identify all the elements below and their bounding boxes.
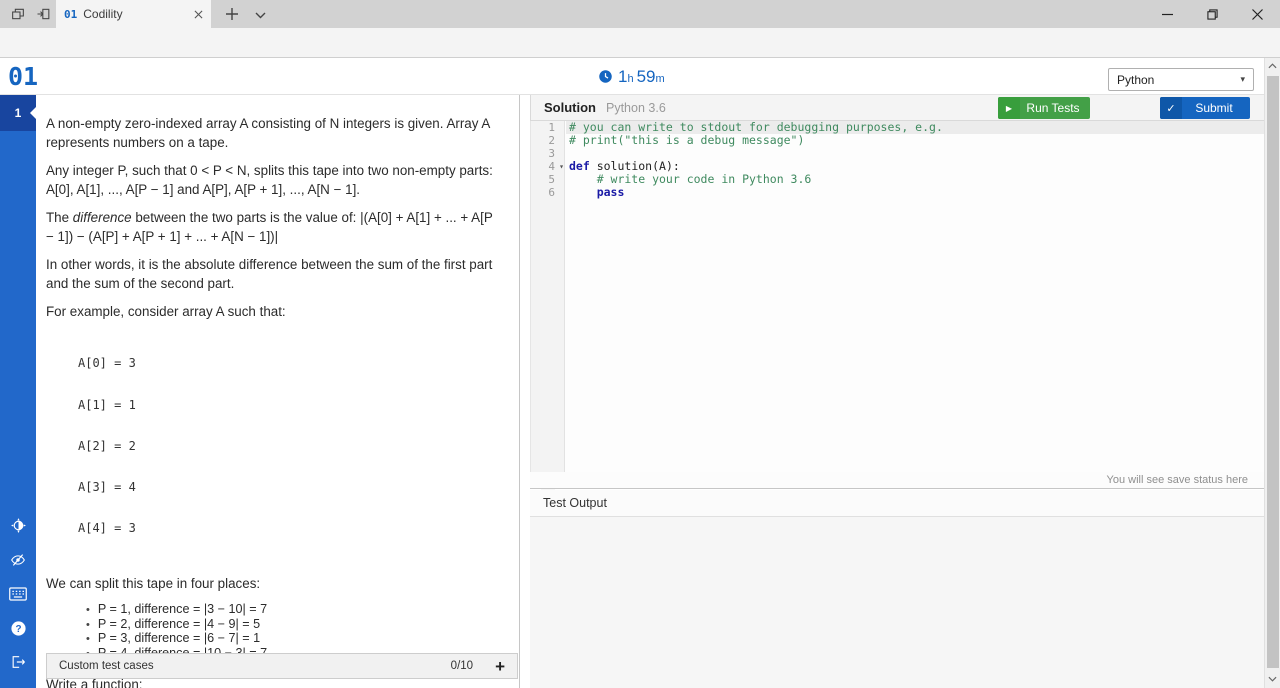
editor-language-label: Python 3.6	[606, 100, 666, 115]
codility-favicon: 01	[64, 7, 78, 21]
browser-window: 01 Codility 01 1 h 59 m Python ▾ 1 ? A n…	[0, 0, 1280, 688]
page-scroll-up-icon[interactable]	[1265, 63, 1280, 69]
task-description-panel: A non-empty zero-indexed array A consist…	[36, 95, 520, 688]
line-number: 3	[548, 147, 555, 160]
new-tab-button[interactable]	[222, 5, 242, 23]
time-remaining: 1 h 59 m	[598, 67, 668, 87]
tab-close-icon[interactable]	[194, 10, 203, 19]
select-caret-icon: ▾	[1240, 74, 1245, 84]
add-test-case-icon[interactable]: +	[495, 658, 505, 675]
clock-icon	[599, 70, 612, 83]
code-fold-icon[interactable]: ▾	[559, 160, 564, 173]
task-paragraph: Any integer P, such that 0 < P < N, spli…	[46, 163, 493, 197]
page-scrollbar-thumb[interactable]	[1267, 76, 1279, 668]
tab-title: Codility	[83, 7, 123, 21]
window-controls	[1145, 0, 1280, 28]
list-item: P = 3, difference = |6 − 7| = 1	[86, 632, 504, 647]
svg-text:?: ?	[15, 624, 21, 635]
pin-tab-icon[interactable]	[33, 5, 53, 23]
help-icon[interactable]: ?	[9, 619, 27, 637]
timer-hours: 1	[618, 67, 628, 86]
code-line-6[interactable]: pass	[566, 186, 1264, 199]
language-selected: Python	[1117, 72, 1155, 87]
tab-preview-icon[interactable]	[8, 5, 28, 23]
example-array-block: A[0] = 3 A[1] = 1 A[2] = 2 A[3] = 4 A[4]…	[78, 356, 136, 535]
task-paragraph: A non-empty zero-indexed array A consist…	[46, 116, 490, 150]
test-output-title: Test Output	[543, 496, 607, 510]
theme-contrast-icon[interactable]	[9, 516, 27, 534]
test-output-area	[530, 517, 1264, 688]
save-status-strip: You will see save status here	[530, 472, 1264, 489]
page-scroll-down-icon[interactable]	[1265, 676, 1280, 682]
play-icon: ▶	[998, 97, 1020, 119]
keyboard-shortcuts-icon[interactable]	[9, 585, 27, 603]
tab-list-chevron-icon[interactable]	[250, 6, 270, 24]
task-paragraph: We can split this tape in four places:	[46, 575, 261, 591]
run-tests-button[interactable]: ▶ Run Tests	[998, 97, 1090, 119]
custom-test-cases-bar[interactable]: Custom test cases 0/10 +	[46, 653, 518, 679]
solution-title: Solution	[544, 100, 596, 115]
line-number: 5	[548, 173, 555, 186]
code-line-2[interactable]: # print("this is a debug message")	[566, 134, 1264, 147]
exit-logout-icon[interactable]	[9, 653, 27, 671]
code-line-5[interactable]: # write your code in Python 3.6	[566, 173, 1264, 186]
editor-gutter: 1 2 3 4 ▾ 5 6	[531, 121, 565, 472]
restore-button[interactable]	[1190, 0, 1235, 28]
hide-task-eye-icon[interactable]	[9, 551, 27, 569]
timer-minutes: 59	[636, 67, 656, 86]
line-number: 4 ▾	[548, 160, 564, 173]
line-number: 1	[548, 121, 555, 134]
code-lines[interactable]: # you can write to stdout for debugging …	[566, 121, 1264, 199]
code-editor[interactable]: 1 2 3 4 ▾ 5 6 # you can write to stdout f…	[530, 121, 1264, 472]
browser-tab-codility[interactable]: 01 Codility	[56, 0, 211, 28]
task-paragraph: The difference between the two parts is …	[46, 210, 493, 244]
save-status-text: You will see save status here	[1106, 474, 1248, 486]
list-item: P = 2, difference = |4 − 9| = 5	[86, 617, 504, 633]
close-button[interactable]	[1235, 0, 1280, 28]
task-description-text: A non-empty zero-indexed array A consist…	[46, 114, 504, 688]
task-number: 1	[14, 106, 22, 120]
submit-button[interactable]: ✓ Submit	[1160, 97, 1250, 119]
task-paragraph: For example, consider array A such that:	[46, 304, 286, 319]
browser-toolbar: https://app.codility.com/c/run/trainingY…	[0, 28, 1280, 83]
custom-test-cases-label: Custom test cases	[59, 660, 154, 672]
test-output-header: Test Output	[530, 490, 1264, 517]
check-icon: ✓	[1160, 97, 1182, 119]
line-number: 2	[548, 134, 555, 147]
page-scrollbar[interactable]	[1264, 58, 1280, 688]
custom-test-cases-count: 0/10	[450, 660, 474, 672]
task-tab-1[interactable]: 1	[0, 95, 36, 131]
codility-logo: 01	[8, 62, 39, 91]
browser-titlebar: 01 Codility	[0, 0, 1280, 28]
editor-header: Solution Python 3.6 ▶ Run Tests ✓ Submit	[530, 95, 1264, 121]
line-number: 6	[548, 186, 555, 199]
codility-header: 01 1 h 59 m Python ▾	[0, 58, 1280, 95]
minimize-button[interactable]	[1145, 0, 1190, 28]
task-paragraph: In other words, it is the absolute diffe…	[46, 257, 493, 291]
list-item: P = 1, difference = |3 − 10| = 7	[86, 602, 504, 618]
language-select[interactable]: Python ▾	[1108, 68, 1254, 91]
